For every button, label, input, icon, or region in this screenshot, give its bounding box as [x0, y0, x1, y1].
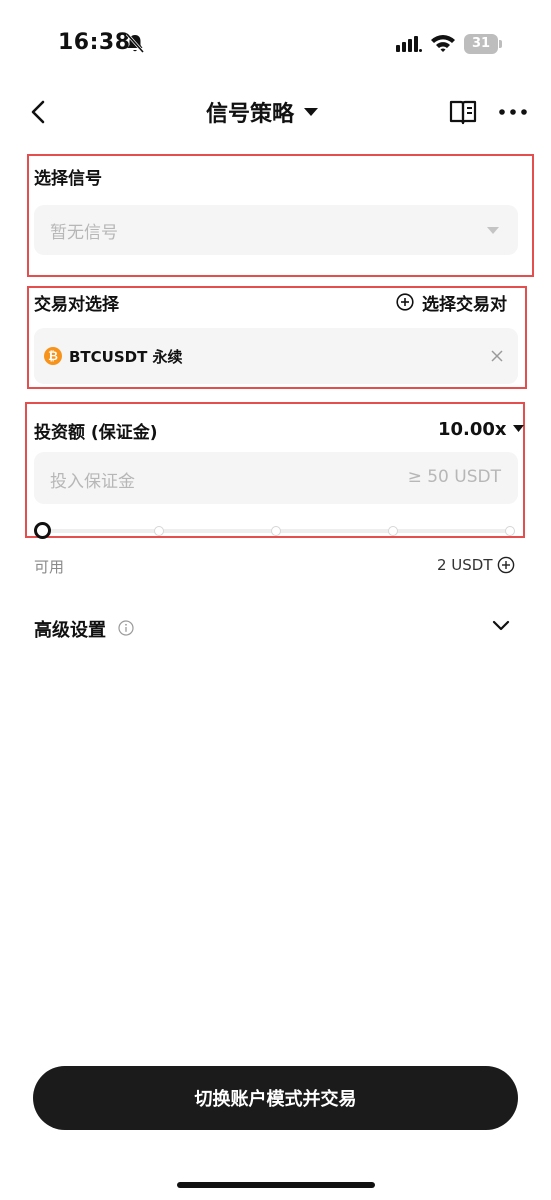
- investment-placeholder: 投入保证金: [50, 472, 135, 492]
- switch-mode-and-trade-button[interactable]: 切换账户模式并交易: [33, 1066, 518, 1130]
- advanced-settings-label: 高级设置: [34, 620, 106, 641]
- close-icon[interactable]: [490, 349, 504, 363]
- selected-pair-label: BTCUSDT 永续: [69, 347, 183, 366]
- add-pair-label: 选择交易对: [422, 294, 507, 315]
- pair-section-label: 交易对选择: [34, 295, 119, 315]
- signal-icon: [396, 36, 422, 52]
- bell-slash-icon: [125, 33, 145, 53]
- page-title: 信号策略: [206, 102, 295, 127]
- amount-slider[interactable]: [34, 520, 518, 542]
- signal-select[interactable]: 暂无信号: [34, 205, 518, 255]
- add-pair-button[interactable]: 选择交易对: [396, 289, 507, 315]
- slider-stop[interactable]: [505, 526, 515, 536]
- strategy-title-dropdown[interactable]: 信号策略: [206, 96, 319, 128]
- available-value: 2 USDT: [437, 556, 493, 574]
- signal-section-label: 选择信号: [34, 169, 102, 189]
- caret-down-icon: [304, 108, 319, 116]
- book-icon[interactable]: [448, 98, 478, 126]
- wifi-icon: [431, 35, 455, 52]
- plus-circle-icon[interactable]: [497, 556, 515, 574]
- chevron-down-icon: [492, 620, 510, 631]
- advanced-settings-toggle[interactable]: 高级设置: [34, 614, 518, 642]
- plus-circle-icon: [396, 293, 414, 311]
- battery-icon: 31: [464, 34, 502, 54]
- leverage-value: 10.00x: [438, 418, 507, 440]
- battery-level: 31: [471, 36, 491, 51]
- status-bar: 16:38 31: [0, 0, 551, 90]
- slider-stop[interactable]: [154, 526, 164, 536]
- more-icon[interactable]: [498, 108, 528, 116]
- selected-pair: ₿ BTCUSDT 永续: [44, 344, 183, 368]
- home-indicator: [177, 1182, 375, 1188]
- leverage-selector[interactable]: 10.00x: [438, 416, 524, 442]
- info-icon[interactable]: [118, 620, 134, 636]
- investment-section-label: 投资额 (保证金): [34, 423, 158, 443]
- status-time: 16:38: [58, 30, 131, 55]
- slider-stop[interactable]: [271, 526, 281, 536]
- back-chevron-icon[interactable]: [26, 98, 54, 126]
- dropdown-caret-icon: [487, 227, 499, 234]
- min-amount-hint: ≥ 50 USDT: [407, 467, 501, 487]
- bitcoin-icon: ₿: [44, 347, 62, 365]
- signal-placeholder: 暂无信号: [50, 223, 118, 243]
- available-label: 可用: [34, 558, 65, 576]
- available-balance: 2 USDT: [437, 554, 515, 576]
- caret-down-icon: [512, 425, 524, 432]
- slider-stop[interactable]: [388, 526, 398, 536]
- slider-thumb[interactable]: [34, 522, 51, 539]
